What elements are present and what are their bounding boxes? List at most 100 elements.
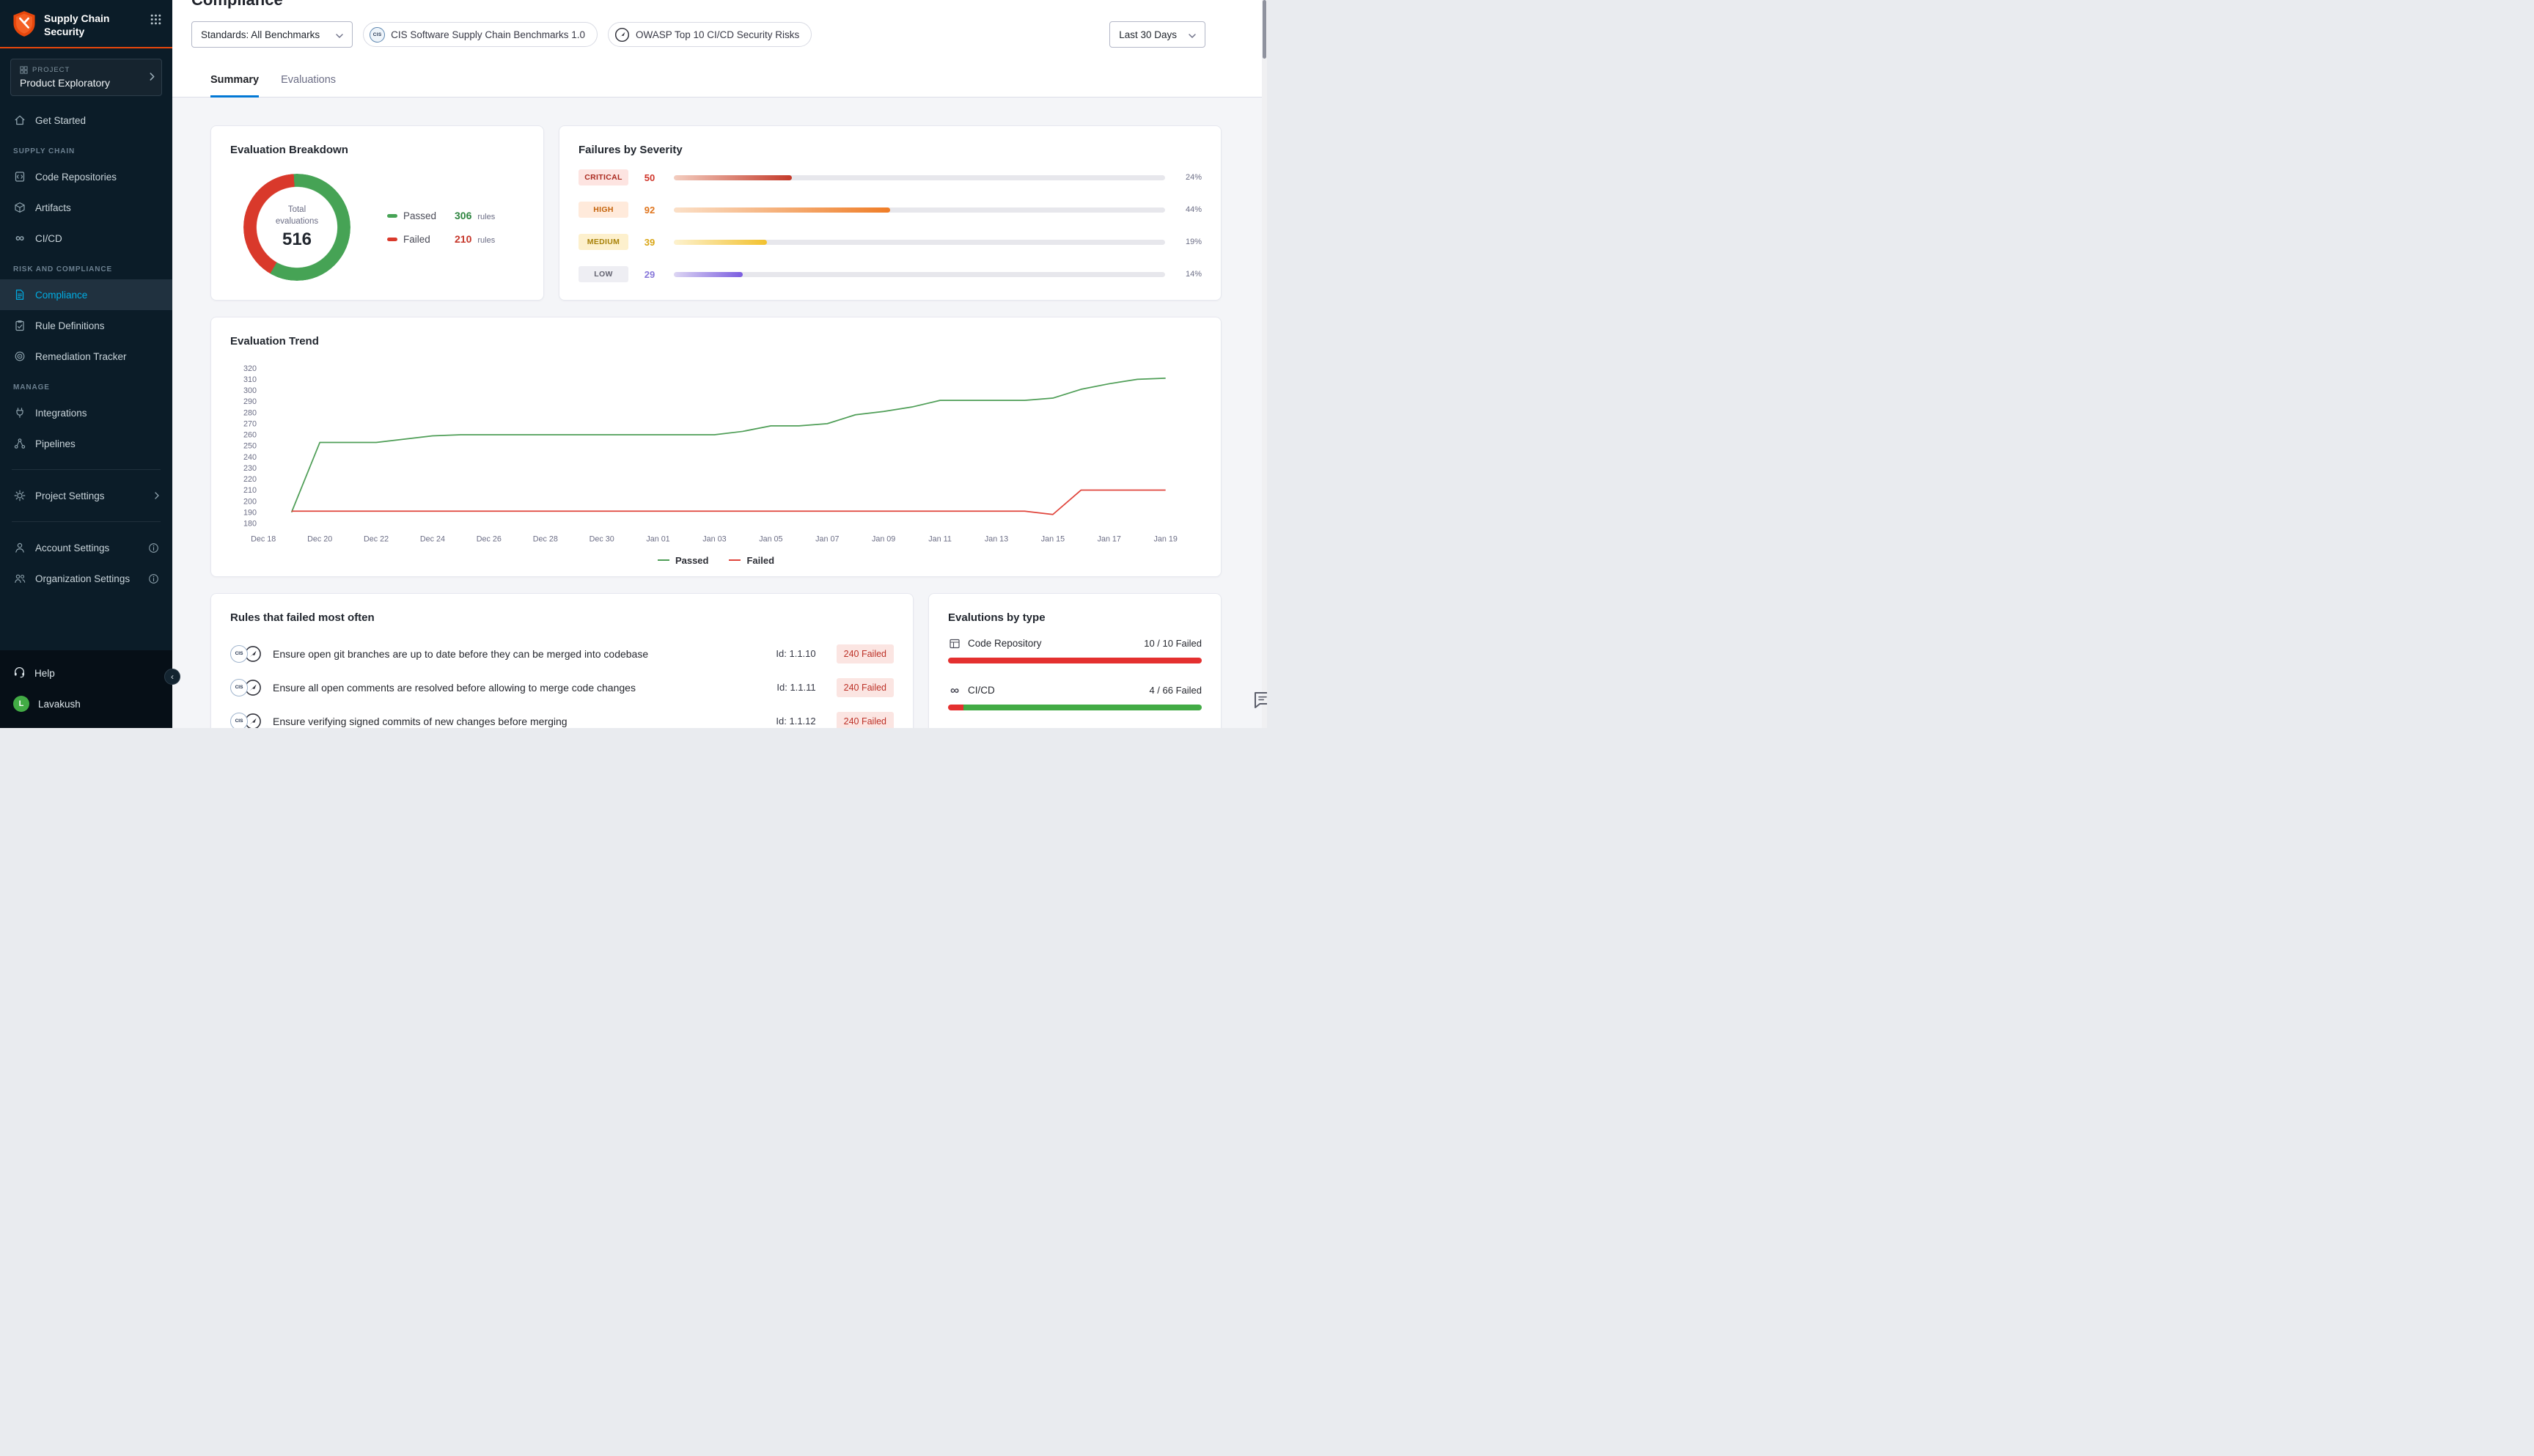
sidebar-collapse-handle[interactable]: ‹ [164,669,180,685]
rule-row[interactable]: CIS Ensure all open comments are resolve… [230,671,894,705]
rule-rows: CIS Ensure open git branches are up to d… [230,637,894,728]
svg-text:Jan 07: Jan 07 [815,535,839,544]
severity-count: 29 [628,269,671,280]
sidebar-divider [12,521,161,522]
rule-failed-badge: 240 Failed [837,712,894,728]
sidebar-item-integrations[interactable]: Integrations [0,397,172,428]
project-selector[interactable]: Project Product Exploratory [10,59,162,96]
standards-filter-dropdown[interactable]: Standards: All Benchmarks [191,21,353,48]
clipboard-check-icon [13,319,26,332]
severity-badge: LOW [579,266,628,282]
cis-icon: CIS [230,645,248,663]
svg-text:260: 260 [243,431,257,440]
rule-row[interactable]: CIS Ensure open git branches are up to d… [230,637,894,671]
trend-legend-passed: Passed [658,555,709,566]
sidebar-item-code-repositories[interactable]: Code Repositories [0,161,172,192]
tab-summary[interactable]: Summary [210,74,259,98]
passed-swatch [387,214,397,218]
vertical-scrollbar [1262,0,1267,728]
chevron-down-icon [336,29,343,40]
severity-bar-fill [674,240,767,245]
project-name: Product Exploratory [20,77,142,89]
type-failed-count: 10 / 10 Failed [1144,638,1202,649]
type-label: Code Repository [968,638,1042,649]
sidebar-item-rule-definitions[interactable]: Rule Definitions [0,310,172,341]
benchmark-chip-label: CIS Software Supply Chain Benchmarks 1.0 [391,29,585,40]
apps-grid-icon[interactable] [150,10,162,29]
svg-text:320: 320 [243,364,257,373]
svg-text:200: 200 [243,497,257,506]
sidebar-item-cicd[interactable]: ∞ CI/CD [0,223,172,254]
sidebar-item-compliance[interactable]: Compliance [0,279,172,310]
severity-bar-track [674,240,1165,245]
sidebar-item-pipelines[interactable]: Pipelines [0,428,172,459]
chat-bubble-icon[interactable] [1252,689,1267,715]
rule-id: Id: 1.1.11 [776,682,815,693]
trend-legend-failed: Failed [729,555,774,566]
help-button[interactable]: Help [0,658,172,688]
sidebar-item-project-settings[interactable]: Project Settings [0,480,172,511]
severity-bar-track [674,175,1165,180]
tab-evaluations[interactable]: Evaluations [281,74,336,97]
sidebar-item-label: Account Settings [35,543,109,554]
svg-text:Jan 13: Jan 13 [985,535,1008,544]
legend-passed: Passed 306 rules [387,210,495,221]
evaluations-by-type-card: Evalutions by type Code Repository 10 / … [928,593,1222,728]
info-icon[interactable] [148,543,159,554]
svg-text:310: 310 [243,375,257,384]
benchmark-chip-owasp[interactable]: OWASP Top 10 CI/CD Security Risks [608,22,812,47]
rule-text: Ensure all open comments are resolved be… [273,682,776,694]
svg-text:190: 190 [243,508,257,517]
severity-percent: 14% [1177,270,1202,279]
sidebar-section-manage: MANAGE [0,372,172,397]
date-range-label: Last 30 Days [1119,29,1177,40]
scrollbar-thumb[interactable] [1263,0,1266,59]
date-range-dropdown[interactable]: Last 30 Days [1109,21,1205,48]
sidebar-item-label: Project Settings [35,490,105,501]
svg-text:300: 300 [243,386,257,395]
legend-failed: Failed 210 rules [387,233,495,245]
severity-count: 39 [628,237,671,248]
sidebar-item-get-started[interactable]: Get Started [0,105,172,136]
rule-row[interactable]: CIS Ensure verifying signed commits of n… [230,705,894,728]
benchmark-chip-cis[interactable]: CIS CIS Software Supply Chain Benchmarks… [363,22,598,47]
svg-text:Dec 30: Dec 30 [590,535,614,544]
svg-text:290: 290 [243,397,257,406]
failed-unit: rules [477,236,495,245]
project-label: Project [32,66,70,74]
svg-text:280: 280 [243,408,257,417]
card-title: Evaluation Breakdown [230,144,524,156]
svg-text:Dec 26: Dec 26 [477,535,502,544]
evaluation-donut-wrap: Total evaluations 516 [243,174,350,281]
gear-icon [13,489,26,502]
infinity-icon: ∞ [13,232,26,245]
severity-bar-fill [674,272,743,277]
card-title: Failures by Severity [579,144,1202,156]
page-title-clip: Compliance [172,0,1267,11]
page-title: Compliance [191,0,1267,11]
app-shield-logo-icon [12,10,37,38]
infinity-icon: ∞ [948,684,961,697]
project-icon [20,66,28,74]
sidebar-item-remediation-tracker[interactable]: Remediation Tracker [0,341,172,372]
severity-row-high: HIGH 92 44% [579,202,1202,218]
rule-id: Id: 1.1.12 [776,716,815,727]
sidebar-item-artifacts[interactable]: Artifacts [0,192,172,223]
svg-text:Jan 11: Jan 11 [928,535,952,544]
sidebar-item-account-settings[interactable]: Account Settings [0,532,172,563]
rule-id: Id: 1.1.10 [776,648,815,659]
type-label: CI/CD [968,685,995,696]
info-icon[interactable] [148,573,159,584]
passed-unit: rules [477,213,495,221]
sidebar-item-label: Pipelines [35,438,76,449]
severity-percent: 19% [1177,238,1202,246]
sidebar-item-label: Integrations [35,408,87,419]
sidebar-item-organization-settings[interactable]: Organization Settings [0,563,172,594]
sidebar-item-label: Code Repositories [35,172,117,183]
user-menu[interactable]: L Lavakush [0,688,172,719]
donut-center-label: Total evaluations 516 [243,174,350,281]
sidebar-footer: Help L Lavakush [0,650,172,728]
type-row-cicd: ∞ CI/CD 4 / 66 Failed [948,684,1202,710]
severity-badge: MEDIUM [579,234,628,250]
people-icon [13,572,26,585]
